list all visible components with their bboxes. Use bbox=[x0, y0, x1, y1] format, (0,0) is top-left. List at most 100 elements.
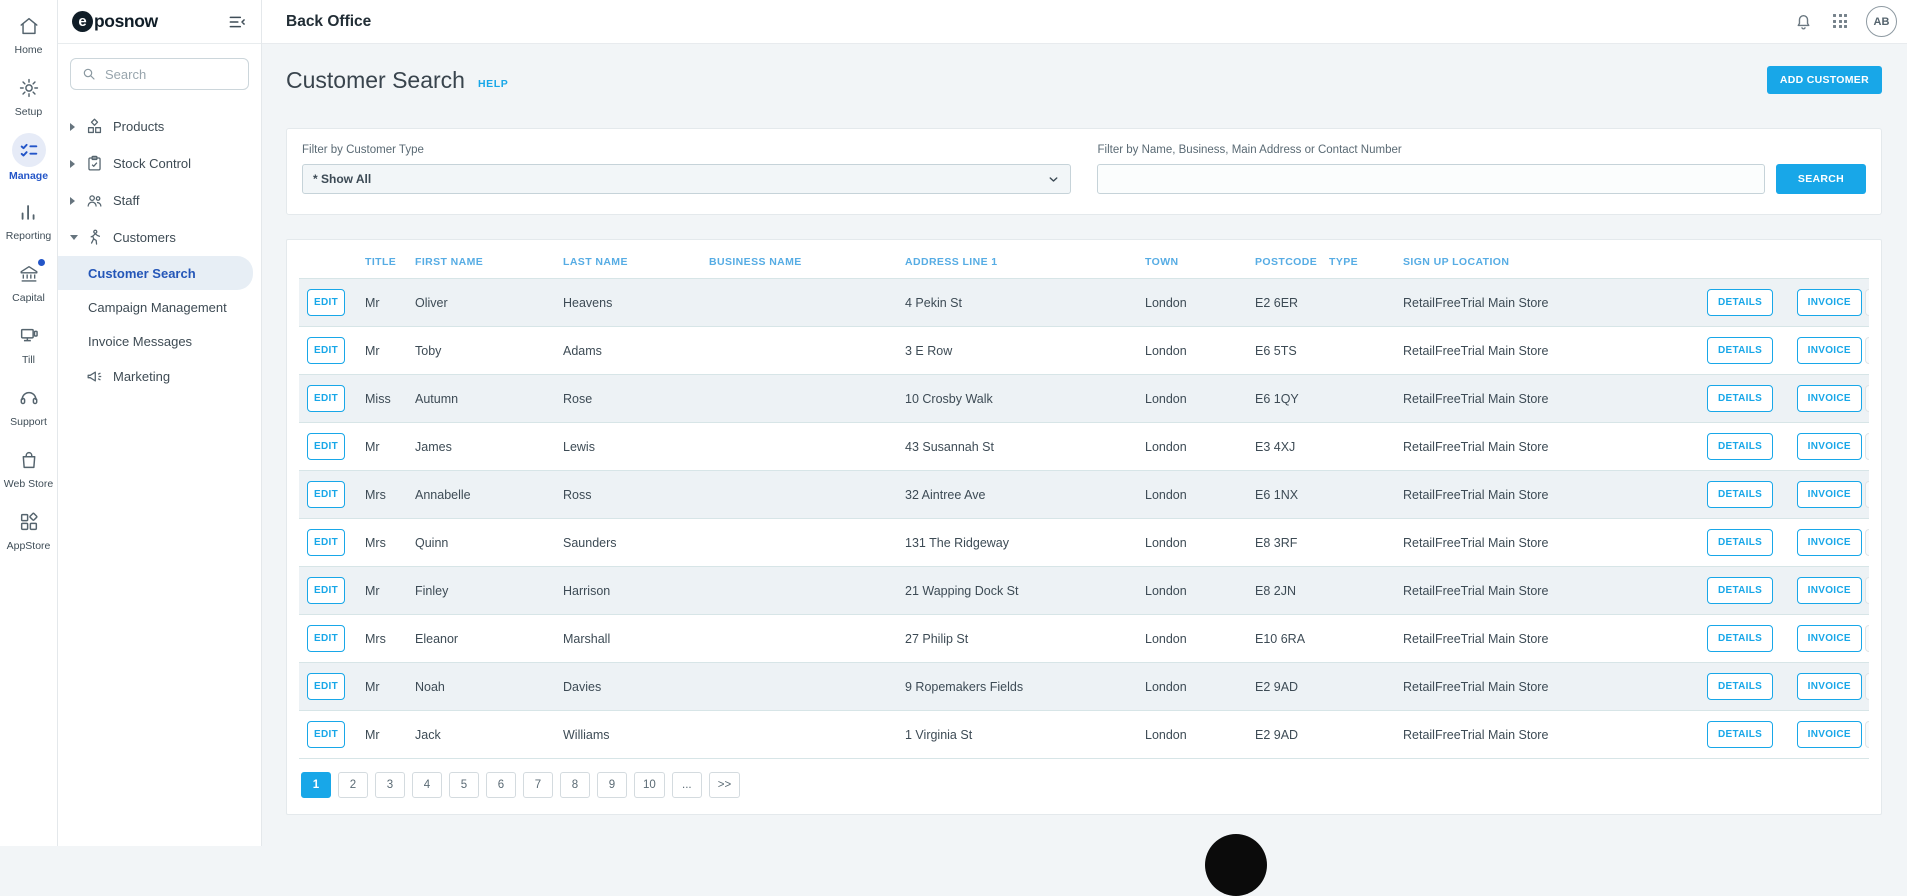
page-button[interactable]: 9 bbox=[597, 772, 627, 798]
delete-button[interactable]: X bbox=[1865, 529, 1869, 556]
delete-button[interactable]: X bbox=[1865, 481, 1869, 508]
address-cell: 21 Wapping Dock St bbox=[897, 567, 1137, 615]
invoice-button[interactable]: INVOICE bbox=[1797, 529, 1862, 556]
customer-row: EDIT Mr Toby Adams 3 E Row London E6 5TS… bbox=[299, 327, 1869, 375]
rail-item[interactable]: Setup bbox=[0, 71, 58, 120]
sidebar-nav-item[interactable]: Campaign Management bbox=[58, 290, 261, 324]
delete-button[interactable]: X bbox=[1865, 721, 1869, 748]
rail-item-label: Manage bbox=[9, 170, 48, 182]
customer-row: EDIT Mr Finley Harrison 21 Wapping Dock … bbox=[299, 567, 1869, 615]
customer-type-select[interactable]: * Show All bbox=[302, 164, 1071, 194]
avatar[interactable]: AB bbox=[1866, 6, 1897, 37]
edit-button[interactable]: EDIT bbox=[307, 625, 345, 652]
rail-item[interactable]: Manage bbox=[0, 133, 58, 182]
delete-button[interactable]: X bbox=[1865, 289, 1869, 316]
page-button[interactable]: 10 bbox=[634, 772, 665, 798]
invoice-button[interactable]: INVOICE bbox=[1797, 385, 1862, 412]
details-button[interactable]: DETAILS bbox=[1707, 289, 1773, 316]
edit-button[interactable]: EDIT bbox=[307, 385, 345, 412]
invoice-button[interactable]: INVOICE bbox=[1797, 481, 1862, 508]
help-link[interactable]: HELP bbox=[478, 78, 508, 90]
name-filter-input[interactable] bbox=[1097, 164, 1765, 194]
page-button[interactable]: 6 bbox=[486, 772, 516, 798]
type-cell bbox=[1321, 375, 1395, 423]
details-button[interactable]: DETAILS bbox=[1707, 721, 1773, 748]
edit-button[interactable]: EDIT bbox=[307, 529, 345, 556]
rail-item-label: Reporting bbox=[6, 230, 52, 242]
column-header-address-line-1: ADDRESS LINE 1 bbox=[897, 248, 1137, 279]
sidebar-nav-item[interactable]: Stock Control bbox=[58, 145, 261, 182]
rail-item[interactable]: Capital bbox=[0, 257, 58, 306]
page-button[interactable]: 4 bbox=[412, 772, 442, 798]
sidebar-nav-item[interactable]: Staff bbox=[58, 182, 261, 219]
delete-button[interactable]: X bbox=[1865, 337, 1869, 364]
page-button[interactable]: 1 bbox=[301, 772, 331, 798]
collapse-sidebar-icon[interactable] bbox=[227, 11, 249, 33]
edit-button[interactable]: EDIT bbox=[307, 481, 345, 508]
invoice-button[interactable]: INVOICE bbox=[1797, 289, 1862, 316]
sidebar-nav-item-label: Marketing bbox=[113, 369, 170, 384]
details-button[interactable]: DETAILS bbox=[1707, 577, 1773, 604]
main-content: Customer Search HELP ADD CUSTOMER Filter… bbox=[262, 44, 1907, 846]
signup-location-cell: RetailFreeTrial Main Store bbox=[1395, 615, 1679, 663]
address-cell: 131 The Ridgeway bbox=[897, 519, 1137, 567]
invoice-button[interactable]: INVOICE bbox=[1797, 433, 1862, 460]
type-cell bbox=[1321, 663, 1395, 711]
page-button[interactable]: 8 bbox=[560, 772, 590, 798]
page-button[interactable]: >> bbox=[709, 772, 740, 798]
stock-control-icon bbox=[84, 154, 104, 174]
edit-button[interactable]: EDIT bbox=[307, 673, 345, 700]
page-button[interactable]: ... bbox=[672, 772, 702, 798]
delete-button[interactable]: X bbox=[1865, 673, 1869, 700]
search-button[interactable]: SEARCH bbox=[1776, 164, 1866, 194]
bell-icon[interactable] bbox=[1791, 10, 1815, 34]
signup-location-cell: RetailFreeTrial Main Store bbox=[1395, 711, 1679, 759]
rail-item[interactable]: AppStore bbox=[0, 505, 58, 554]
invoice-button[interactable]: INVOICE bbox=[1797, 625, 1862, 652]
page-button[interactable]: 5 bbox=[449, 772, 479, 798]
rail-item[interactable]: Support bbox=[0, 381, 58, 430]
invoice-button[interactable]: INVOICE bbox=[1797, 673, 1862, 700]
delete-button[interactable]: X bbox=[1865, 625, 1869, 652]
details-button[interactable]: DETAILS bbox=[1707, 481, 1773, 508]
edit-button[interactable]: EDIT bbox=[307, 289, 345, 316]
details-button[interactable]: DETAILS bbox=[1707, 625, 1773, 652]
town-cell: London bbox=[1137, 423, 1247, 471]
details-button[interactable]: DETAILS bbox=[1707, 673, 1773, 700]
details-button[interactable]: DETAILS bbox=[1707, 337, 1773, 364]
page-button[interactable]: 7 bbox=[523, 772, 553, 798]
rail-item[interactable]: Web Store bbox=[0, 443, 58, 492]
sidebar-nav-item[interactable]: Products bbox=[58, 108, 261, 145]
chat-launcher-button[interactable] bbox=[1205, 834, 1267, 896]
invoice-button[interactable]: INVOICE bbox=[1797, 337, 1862, 364]
town-cell: London bbox=[1137, 327, 1247, 375]
invoice-button[interactable]: INVOICE bbox=[1797, 721, 1862, 748]
invoice-button[interactable]: INVOICE bbox=[1797, 577, 1862, 604]
sidebar-nav-item[interactable]: Customers bbox=[58, 219, 261, 256]
details-button[interactable]: DETAILS bbox=[1707, 433, 1773, 460]
apps-grid-icon[interactable] bbox=[1833, 14, 1848, 29]
delete-button[interactable]: X bbox=[1865, 385, 1869, 412]
delete-button[interactable]: X bbox=[1865, 577, 1869, 604]
sidebar-search-input[interactable]: Search bbox=[70, 58, 249, 90]
sidebar-nav-item[interactable]: Customer Search bbox=[58, 256, 253, 290]
add-customer-button[interactable]: ADD CUSTOMER bbox=[1767, 66, 1882, 94]
postcode-cell: E2 6ER bbox=[1247, 279, 1321, 327]
details-button[interactable]: DETAILS bbox=[1707, 529, 1773, 556]
rail-item[interactable]: Reporting bbox=[0, 195, 58, 244]
sidebar-nav-item[interactable]: Invoice Messages bbox=[58, 324, 261, 358]
edit-button[interactable]: EDIT bbox=[307, 577, 345, 604]
rail-item[interactable]: Till bbox=[0, 319, 58, 368]
rail-item[interactable]: Home bbox=[0, 9, 58, 58]
page-button[interactable]: 2 bbox=[338, 772, 368, 798]
details-button[interactable]: DETAILS bbox=[1707, 385, 1773, 412]
signup-location-cell: RetailFreeTrial Main Store bbox=[1395, 279, 1679, 327]
eposnow-logo[interactable]: e posnow bbox=[72, 11, 158, 32]
edit-button[interactable]: EDIT bbox=[307, 721, 345, 748]
page-button[interactable]: 3 bbox=[375, 772, 405, 798]
town-cell: London bbox=[1137, 519, 1247, 567]
delete-button[interactable]: X bbox=[1865, 433, 1869, 460]
edit-button[interactable]: EDIT bbox=[307, 433, 345, 460]
edit-button[interactable]: EDIT bbox=[307, 337, 345, 364]
sidebar-nav-item[interactable]: Marketing bbox=[58, 358, 261, 395]
